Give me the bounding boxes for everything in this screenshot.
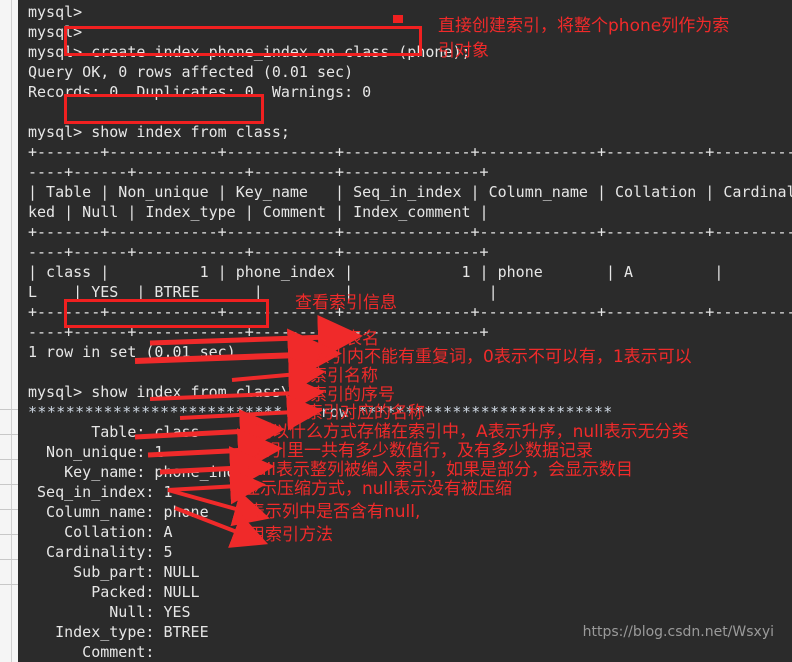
mysql-terminal[interactable]: mysql> mysql> mysql> create index phone_in…	[18, 0, 792, 662]
terminal-line: mysql> show index from class\G;	[28, 383, 308, 401]
terminal-line: +-------+------------+------------+-----…	[28, 143, 792, 161]
terminal-line: Cardinality: 5	[28, 543, 173, 561]
terminal-line: | class | 1 | phone_index | 1 | phone | …	[28, 263, 724, 281]
watermark: https://blog.csdn.net/Wsxyi	[582, 624, 774, 640]
terminal-line: | Table | Non_unique | Key_name | Seq_in…	[28, 183, 792, 201]
terminal-line: ----+------+------------+---------+-----…	[28, 163, 489, 181]
screenshot-root: mysql> mysql> mysql> create index phone_in…	[0, 0, 792, 662]
left-edge-tick	[0, 559, 18, 560]
highlight-marker-dot	[393, 15, 403, 23]
left-edge-divider	[11, 0, 12, 662]
note-create-index-line2: 引对象	[438, 41, 489, 61]
terminal-line: +-------+------------+------------+-----…	[28, 223, 792, 241]
left-edge-tick	[0, 534, 18, 535]
terminal-line: Sub_part: NULL	[28, 563, 200, 581]
left-edge-tick	[0, 459, 18, 460]
note-field-index-type: 用索引方法	[248, 525, 333, 545]
terminal-line: L | YES | BTREE | | |	[28, 283, 498, 301]
terminal-line: Collation: A	[28, 523, 173, 541]
left-edge-tick	[0, 509, 18, 510]
note-field-packed: 显示压缩方式，null表示没有被压缩	[243, 479, 512, 499]
terminal-line: Query OK, 0 rows affected (0.01 sec)	[28, 63, 354, 81]
note-create-index-line1: 直接创建索引，将整个phone列作为索	[438, 16, 730, 36]
terminal-line: Packed: NULL	[28, 583, 200, 601]
terminal-line: +-------+------------+------------+-----…	[28, 303, 792, 321]
left-edge-tick	[0, 584, 18, 585]
terminal-line: Comment:	[28, 643, 155, 661]
terminal-output: mysql> mysql> mysql> create index phone_in…	[18, 0, 792, 662]
terminal-line: Null: YES	[28, 603, 191, 621]
terminal-line: mysql> show index from class;	[28, 123, 290, 141]
terminal-line: ----+------+------------+---------+-----…	[28, 243, 489, 261]
terminal-line: ----+------+------------+---------+-----…	[28, 323, 489, 341]
window-left-edge	[0, 0, 18, 662]
note-show-index: 查看索引信息	[295, 293, 397, 313]
left-edge-tick	[0, 434, 18, 435]
left-edge-tick	[0, 409, 18, 410]
terminal-line: ked | Null | Index_type | Comment | Inde…	[28, 203, 489, 221]
terminal-line: mysql> create index phone_index on class…	[28, 43, 471, 61]
left-edge-tick	[0, 484, 18, 485]
note-field-null: 表示列中是否含有null,	[248, 502, 421, 522]
terminal-line: Records: 0 Duplicates: 0 Warnings: 0	[28, 83, 372, 101]
